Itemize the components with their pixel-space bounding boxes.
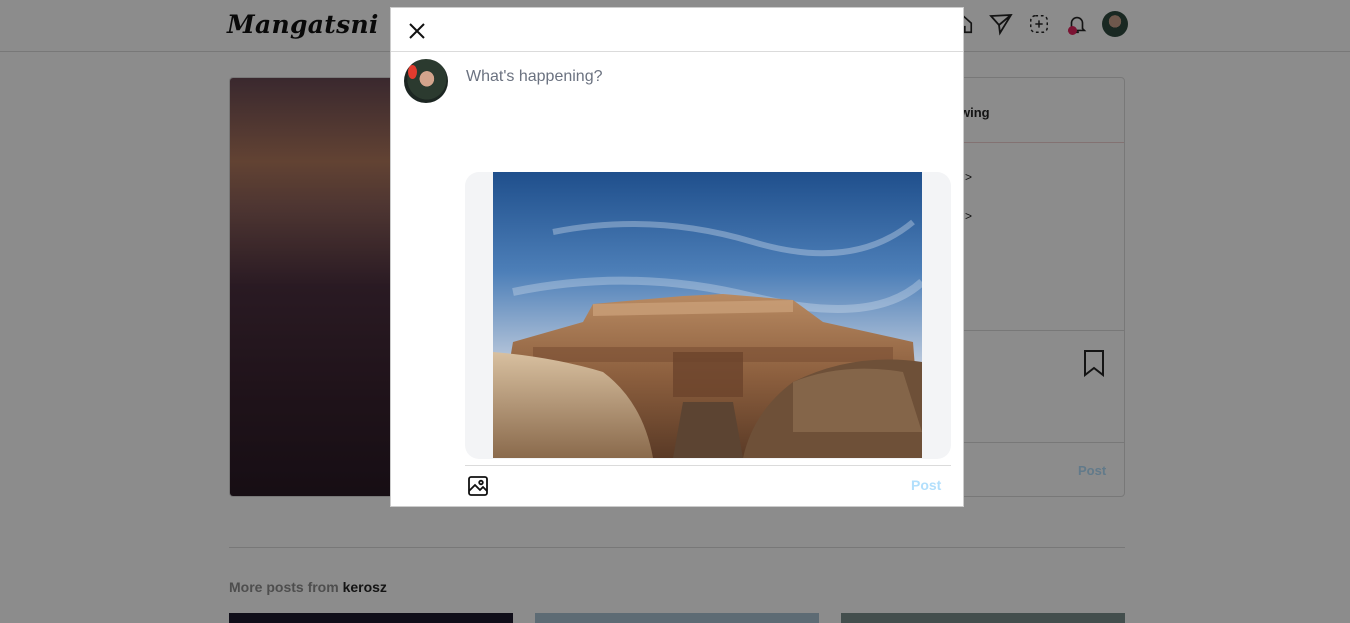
image-icon [468,476,488,496]
preview-image [493,172,922,458]
post-composer-input[interactable] [466,68,946,168]
image-preview [465,172,951,459]
close-icon [409,23,425,39]
modal-header [391,8,963,52]
modal-footer-divider [465,465,951,466]
close-button[interactable] [405,19,429,43]
post-button[interactable]: Post [911,477,941,493]
attach-image-button[interactable] [467,475,489,497]
user-avatar [404,59,448,103]
create-post-modal: Post [390,7,964,507]
